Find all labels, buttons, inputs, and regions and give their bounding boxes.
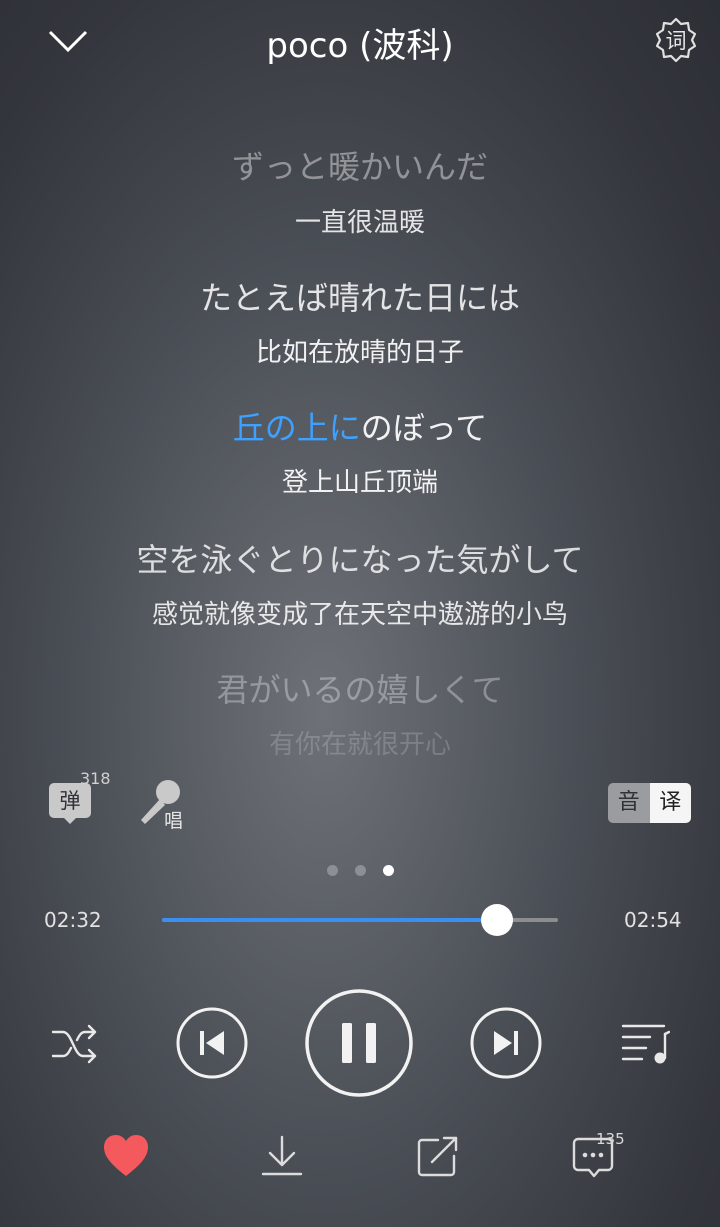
previous-icon (176, 1007, 248, 1079)
like-button[interactable] (103, 1134, 149, 1178)
song-title: poco (波科) (266, 26, 454, 66)
page-dot-active[interactable] (383, 865, 394, 876)
current-lyric-translation: 登上山丘顶端 (281, 468, 438, 498)
current-time: 02:32 (44, 908, 102, 932)
shuffle-icon (51, 1024, 97, 1064)
pause-button[interactable] (304, 988, 414, 1098)
lyric-unsung-part: のぼって (360, 409, 488, 447)
progress-fill (162, 918, 497, 922)
download-button[interactable] (260, 1134, 304, 1178)
download-icon (261, 1135, 303, 1176)
lyric-settings-glyph: 词 (665, 29, 687, 53)
page-dot[interactable] (327, 865, 338, 876)
lyric-line-cn: 有你在就很开心 (268, 730, 451, 760)
playlist-button[interactable] (620, 1020, 670, 1066)
lyric-line-jp: 空を泳ぐとりになった気がして (136, 541, 584, 579)
lyric-sung-part: 丘の上に (232, 409, 361, 447)
danmu-count-badge: 318 (80, 769, 111, 788)
lyric-line-cn: 感觉就像变成了在天空中遨游的小鸟 (151, 600, 568, 630)
share-button[interactable] (416, 1134, 460, 1178)
sing-label: 唱 (164, 810, 184, 832)
total-time: 02:54 (624, 908, 682, 932)
chevron-down-icon[interactable] (48, 22, 88, 62)
comment-count-badge: 135 (596, 1130, 625, 1148)
lyric-line-jp: 君がいるの嬉しくて (216, 671, 504, 709)
lyrics-panel[interactable]: ずっと暖かいんだ 一直很温暖 たとえば晴れた日には 比如在放晴的日子 丘の上にの… (0, 70, 720, 760)
phonetic-toggle[interactable]: 音 (608, 783, 650, 823)
lyric-line-faded (0, 88, 720, 102)
share-icon (417, 1136, 458, 1177)
progress-knob[interactable] (480, 904, 513, 936)
translate-toggle[interactable]: 译 (649, 783, 691, 823)
progress-bar[interactable] (162, 904, 558, 936)
page-indicator (322, 865, 402, 877)
current-lyric-line: 丘の上にのぼって (0, 403, 720, 449)
page-dot[interactable] (355, 865, 366, 876)
heart-icon (104, 1135, 148, 1176)
next-icon (470, 1007, 542, 1079)
lyric-line-cn: 一直很温暖 (294, 208, 425, 238)
lyric-line-jp: ずっと暖かいんだ (231, 148, 488, 186)
lyric-mode-toggle[interactable]: 音 译 (608, 783, 691, 823)
lyric-line-cn: 比如在放晴的日子 (255, 338, 464, 368)
next-button[interactable] (470, 1007, 542, 1079)
pause-icon (305, 989, 413, 1097)
previous-button[interactable] (176, 1007, 248, 1079)
lyric-settings-icon[interactable]: 词 (652, 16, 700, 64)
danmu-label: 弹 (59, 789, 81, 813)
shuffle-button[interactable] (50, 1022, 100, 1066)
playlist-icon (621, 1024, 670, 1064)
lyric-line-jp: たとえば晴れた日には (199, 279, 520, 317)
